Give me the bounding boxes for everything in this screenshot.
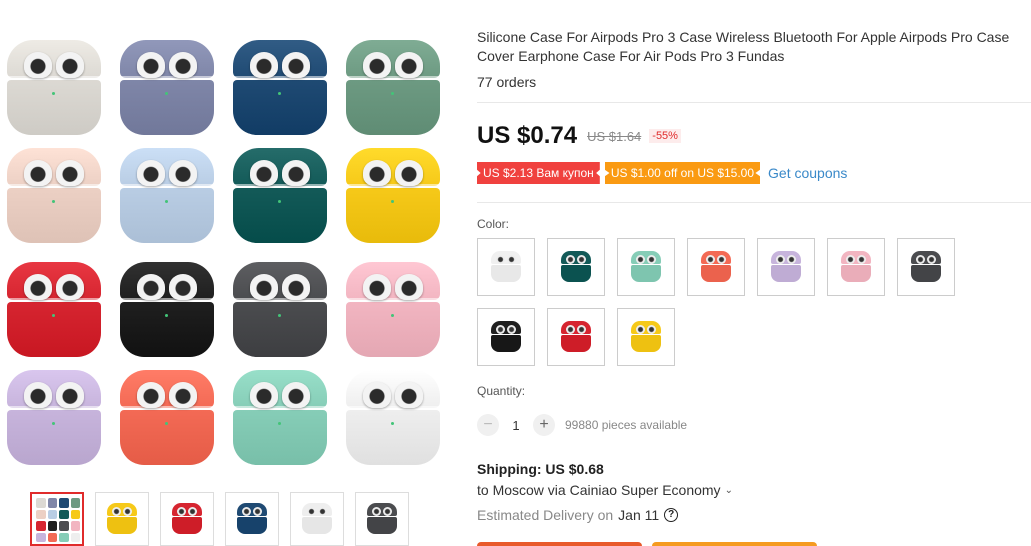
thumbnail-strip [30,492,420,546]
color-swatch[interactable] [547,238,605,296]
gallery-thumbnail[interactable] [290,492,344,546]
color-swatch[interactable] [477,238,535,296]
divider [477,102,1031,103]
gallery-thumbnail[interactable] [225,492,279,546]
gallery-case-image [345,370,441,470]
color-swatch[interactable] [617,238,675,296]
get-coupons-link[interactable]: Get coupons [768,165,847,181]
shipping-destination-selector[interactable]: to Moscow via Cainiao Super Economy ⌄ [477,482,733,498]
add-to-cart-button[interactable] [652,542,817,546]
store-coupon-button[interactable]: US $2.13 Вам купон [477,162,600,184]
shipping-price: Shipping: US $0.68 [477,461,604,477]
original-price: US $1.64 [587,128,642,144]
color-swatches [477,238,977,368]
quantity-value[interactable]: 1 [499,418,533,433]
gallery-case-image [232,262,328,362]
quantity-stepper: − 1 + 99880 pieces available [477,413,687,437]
delivery-prefix: Estimated Delivery on [477,507,614,523]
color-swatch[interactable] [827,238,885,296]
color-swatch[interactable] [687,238,745,296]
current-price: US $0.74 [477,122,578,149]
quantity-label: Quantity: [477,384,526,398]
quantity-increase-button[interactable]: + [533,414,555,436]
color-swatch[interactable] [757,238,815,296]
buy-now-button[interactable] [477,542,642,546]
gallery-case-image [6,40,102,140]
gallery-case-image [119,40,215,140]
divider [477,202,1031,203]
gallery-thumbnail[interactable] [160,492,214,546]
gallery-case-image [119,262,215,362]
gallery-case-image [232,40,328,140]
color-swatch[interactable] [477,308,535,366]
orders-count: 77 orders [477,74,537,90]
delivery-date: Jan 11 [618,507,660,523]
chevron-down-icon: ⌄ [724,484,733,496]
gallery-thumbnail[interactable] [95,492,149,546]
coupon-row: US $2.13 Вам купон US $1.00 off on US $1… [477,161,847,185]
gallery-case-image [345,40,441,140]
help-icon[interactable]: ? [664,508,679,522]
gallery-case-image [119,370,215,470]
discount-badge: -55% [649,129,681,143]
gallery-thumbnail[interactable] [30,492,84,546]
color-swatch[interactable] [897,238,955,296]
product-image-gallery[interactable] [0,30,445,470]
gallery-case-image [119,148,215,248]
stock-available: 99880 pieces available [565,418,688,432]
promo-coupon-button[interactable]: US $1.00 off on US $15.00 [604,162,761,184]
quantity-decrease-button[interactable]: − [477,414,499,436]
estimated-delivery: Estimated Delivery on Jan 11 ? [477,507,679,523]
shipping-destination: to Moscow via Cainiao Super Economy [477,482,721,498]
color-swatch[interactable] [617,308,675,366]
price-row: US $0.74 US $1.64 -55% [477,120,681,152]
gallery-thumbnail[interactable] [355,492,409,546]
color-label: Color: [477,217,510,231]
color-swatch[interactable] [547,308,605,366]
gallery-case-image [345,262,441,362]
gallery-case-image [6,262,102,362]
gallery-case-image [6,370,102,470]
gallery-case-image [345,148,441,248]
gallery-case-image [232,370,328,470]
gallery-case-image [232,148,328,248]
product-title: Silicone Case For Airpods Pro 3 Case Wir… [477,29,1010,64]
gallery-case-image [6,148,102,248]
